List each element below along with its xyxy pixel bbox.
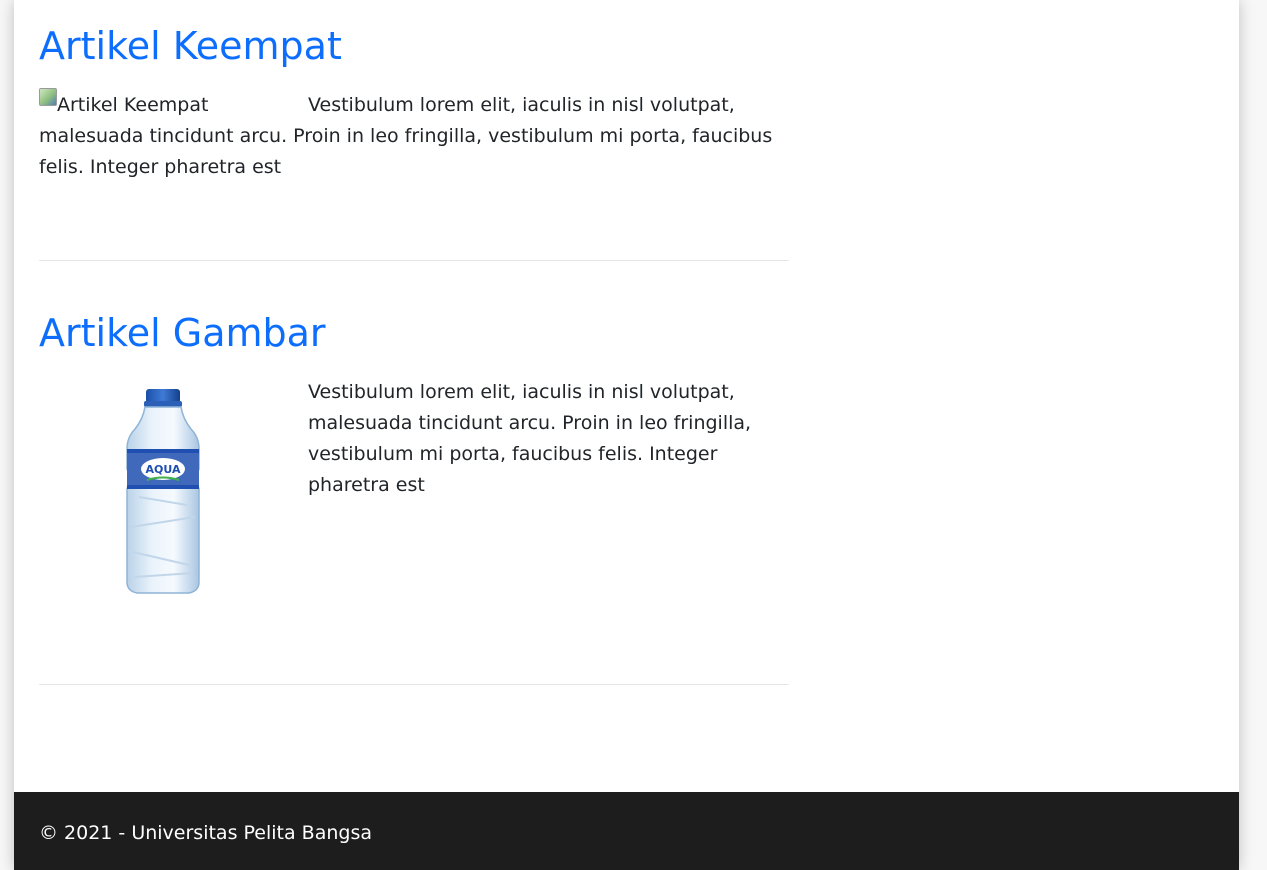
site-footer: © 2021 - Universitas Pelita Bangsa [14, 792, 1239, 870]
article-body: Artikel Keempat Vestibulum lorem elit, i… [39, 87, 789, 183]
broken-image-icon [39, 87, 57, 106]
broken-image-alt-text: Artikel Keempat [57, 93, 209, 116]
bottle-label-text: AQUA [146, 463, 181, 476]
water-bottle-icon: AQUA [126, 388, 200, 594]
article-thumbnail: AQUA [39, 377, 308, 603]
footer-copyright: © 2021 - Universitas Pelita Bangsa [39, 822, 372, 844]
page-container: Artikel Keempat Artikel Keempat Vestibul… [14, 0, 1239, 870]
article-card: Artikel Keempat Artikel Keempat Vestibul… [39, 24, 789, 183]
article-title-link[interactable]: Artikel Keempat [39, 24, 789, 70]
article-divider [39, 684, 789, 685]
broken-image: Artikel Keempat [39, 87, 308, 121]
article-body: AQUA Vestibulum lorem elit, iaculis in n… [39, 377, 789, 594]
article-divider [39, 260, 789, 261]
article-excerpt: Vestibulum lorem elit, iaculis in nisl v… [308, 380, 752, 496]
article-card: Artikel Gambar AQUA Vestibulum lorem eli… [39, 311, 789, 603]
article-title-link[interactable]: Artikel Gambar [39, 311, 789, 357]
